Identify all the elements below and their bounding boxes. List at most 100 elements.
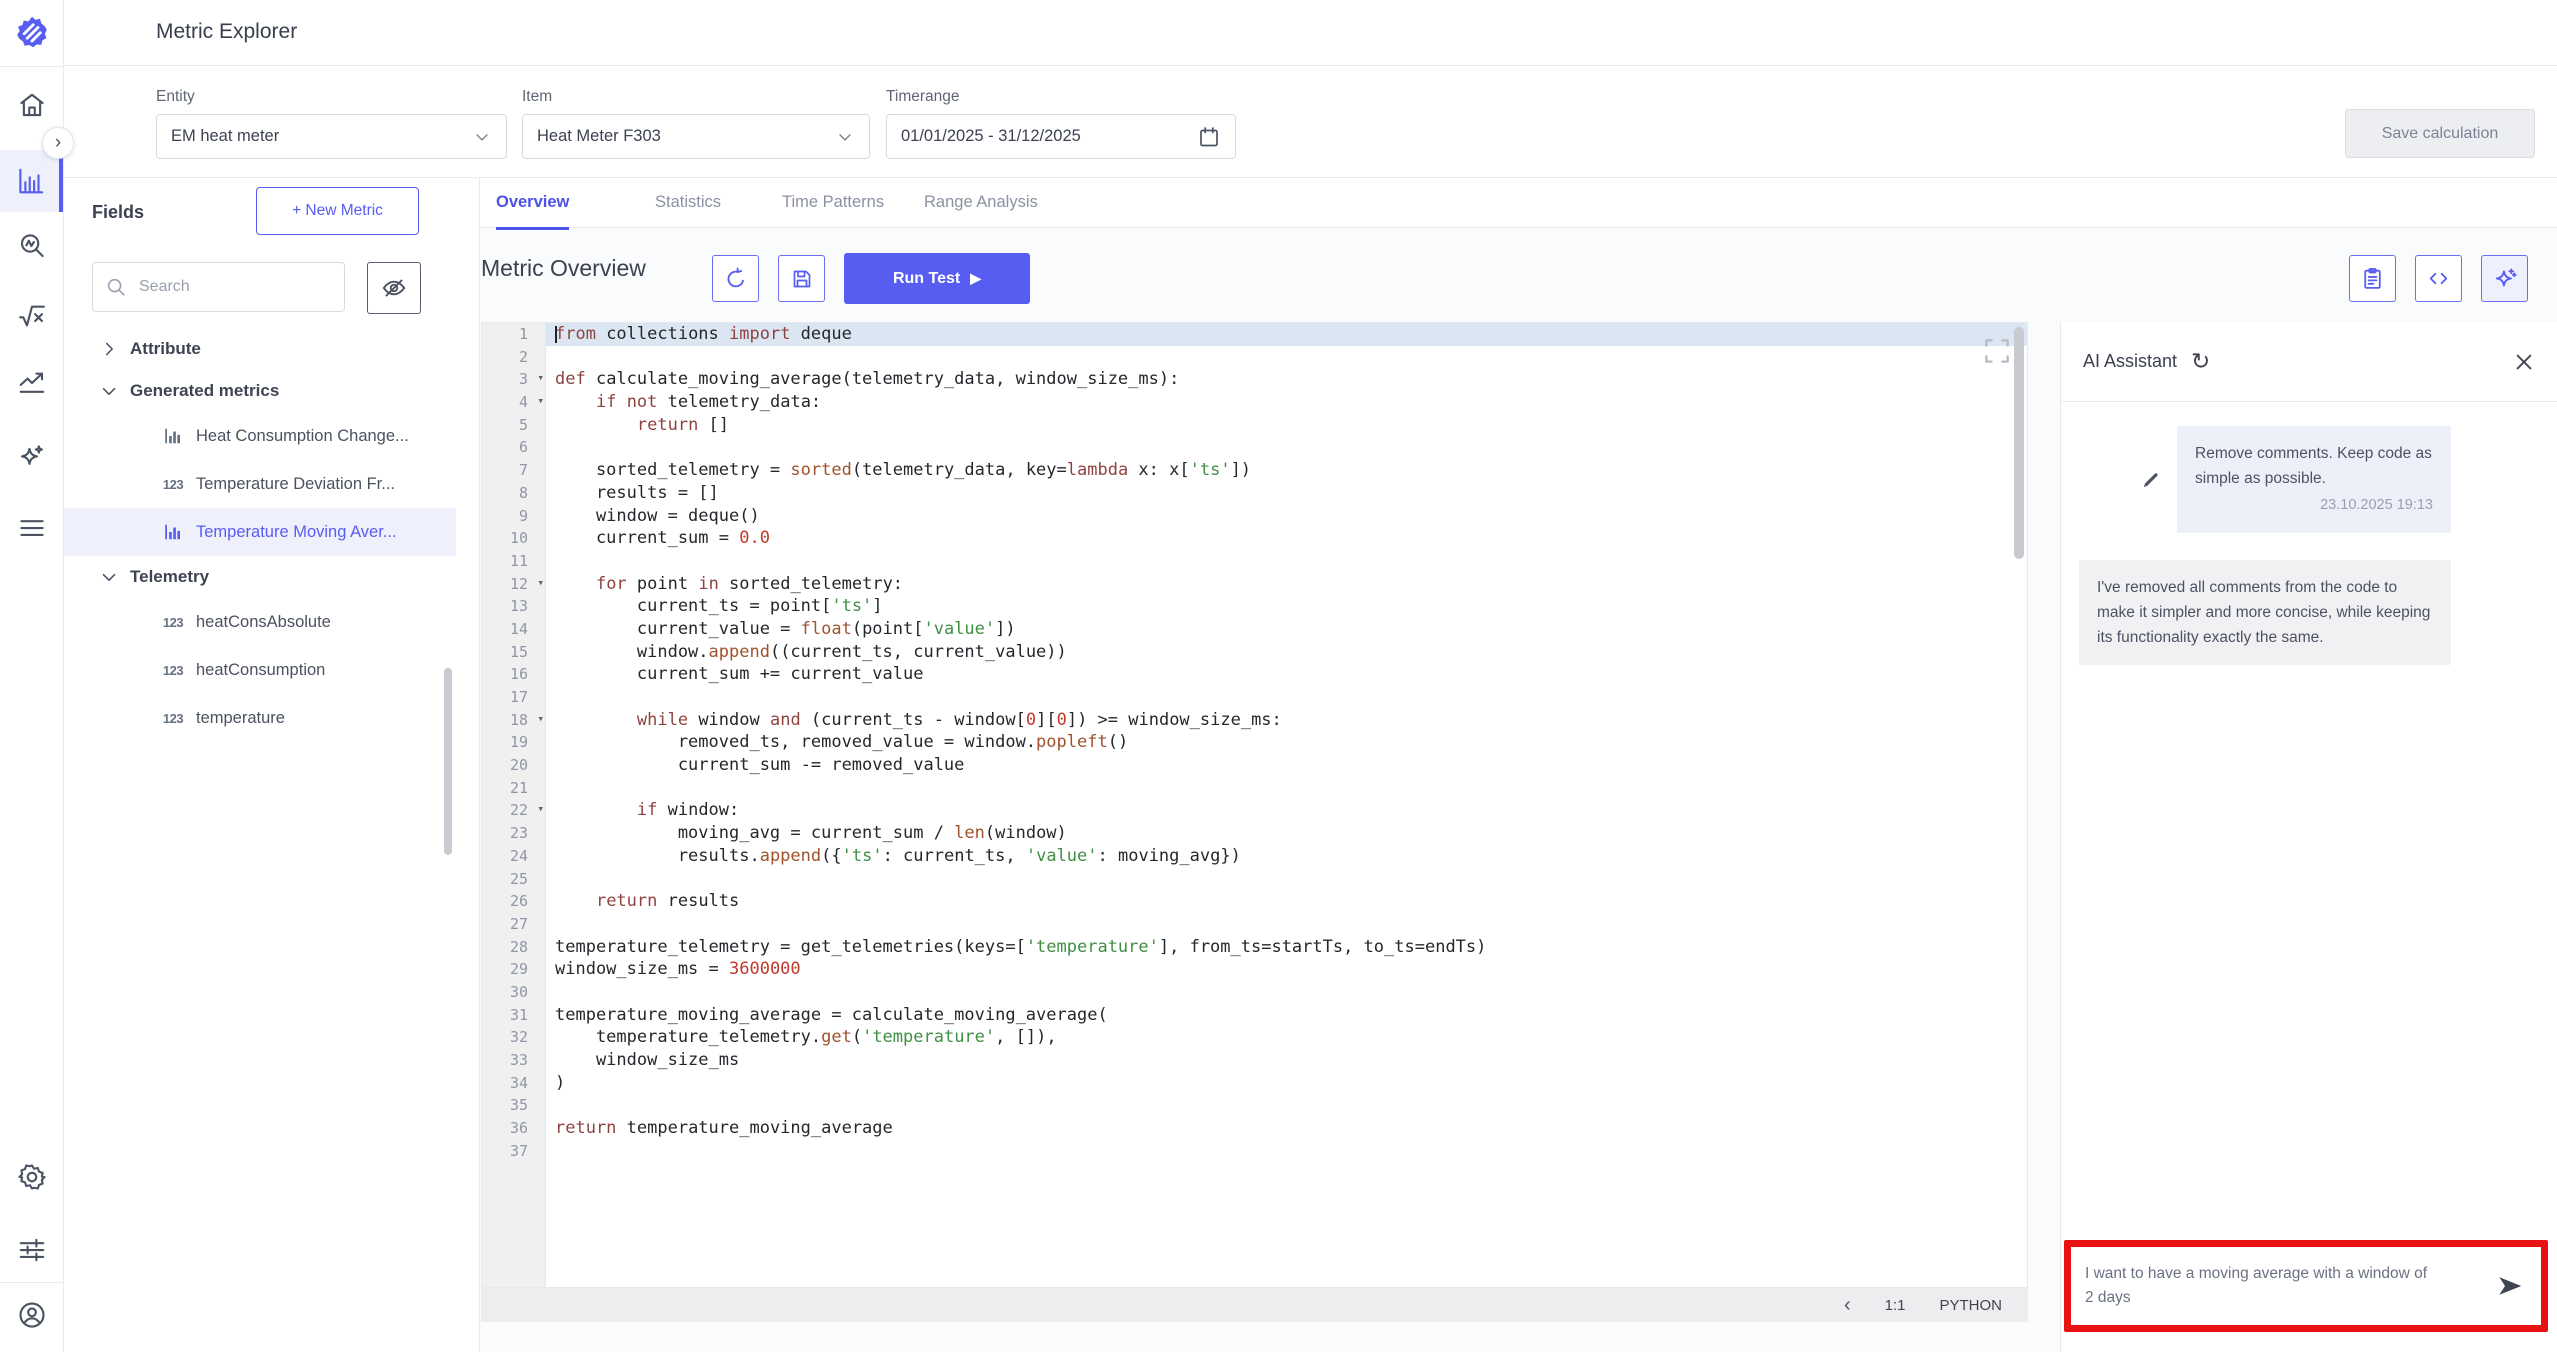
search-box[interactable] xyxy=(92,262,345,312)
code-line[interactable]: 7 sorted_telemetry = sorted(telemetry_da… xyxy=(482,459,2027,482)
settings-gear-icon[interactable] xyxy=(17,1162,47,1192)
tab-range-analysis[interactable]: Range Analysis xyxy=(924,178,1038,227)
code-line[interactable]: 33 window_size_ms xyxy=(482,1049,2027,1072)
refresh-button[interactable] xyxy=(712,255,759,302)
code-line[interactable]: 14 current_value = float(point['value']) xyxy=(482,618,2027,641)
code-line[interactable]: 25 xyxy=(482,868,2027,891)
refresh-chat-icon[interactable]: ↻ xyxy=(2191,350,2210,373)
fold-marker-icon[interactable]: ▾ xyxy=(537,390,544,413)
menu-icon[interactable] xyxy=(17,513,47,543)
code-line[interactable]: 37 xyxy=(482,1140,2027,1163)
calendar-icon[interactable] xyxy=(1197,125,1221,149)
code-line[interactable]: 5 return [] xyxy=(482,414,2027,437)
tree-item-temperature-deviation[interactable]: 123 Temperature Deviation Fr... xyxy=(64,460,456,508)
code-line[interactable]: 20 current_sum -= removed_value xyxy=(482,754,2027,777)
tree-item-heatconsumption[interactable]: 123 heatConsumption xyxy=(64,646,456,694)
code-line[interactable]: 12▾ for point in sorted_telemetry: xyxy=(482,573,2027,596)
home-icon[interactable] xyxy=(17,90,47,120)
code-line[interactable]: 29window_size_ms = 3600000 xyxy=(482,958,2027,981)
close-icon[interactable] xyxy=(2513,351,2535,373)
expand-sidebar-button[interactable]: › xyxy=(42,127,74,159)
search-icon xyxy=(105,276,127,298)
code-line[interactable]: 36return temperature_moving_average xyxy=(482,1117,2027,1140)
editor-scrollbar[interactable] xyxy=(2014,327,2024,559)
tree-item-temperature-moving-average[interactable]: Temperature Moving Aver... xyxy=(64,508,456,556)
tree-item-temperature[interactable]: 123 temperature xyxy=(64,694,456,742)
code-line[interactable]: 35 xyxy=(482,1094,2027,1117)
entity-select[interactable]: EM heat meter xyxy=(156,114,507,159)
fullscreen-expand-icon[interactable] xyxy=(1981,335,2013,367)
fold-marker-icon[interactable]: ▾ xyxy=(537,572,544,595)
search-analytics-icon[interactable] xyxy=(17,231,47,261)
chevron-left-icon[interactable]: ‹ xyxy=(1844,1295,1851,1315)
send-icon[interactable] xyxy=(2495,1271,2525,1301)
rail-divider xyxy=(0,66,64,67)
code-line[interactable]: 8 results = [] xyxy=(482,482,2027,505)
tab-label: Time Patterns xyxy=(782,193,884,212)
code-editor[interactable]: 1from collections import deque23▾def cal… xyxy=(481,322,2028,1288)
code-line[interactable]: 23 moving_avg = current_sum / len(window… xyxy=(482,822,2027,845)
search-input[interactable] xyxy=(137,277,332,297)
editor-status-bar: ‹ 1:1 PYTHON xyxy=(481,1288,2028,1322)
ai-sparkles-icon[interactable] xyxy=(17,442,47,472)
fold-marker-icon[interactable]: ▾ xyxy=(537,798,544,821)
numeric-123-icon: 123 xyxy=(160,477,186,492)
code-line[interactable]: 34) xyxy=(482,1072,2027,1095)
ai-assistant-button[interactable] xyxy=(2481,255,2528,302)
floppy-save-icon xyxy=(790,267,814,291)
code-line[interactable]: 28temperature_telemetry = get_telemetrie… xyxy=(482,936,2027,959)
code-line[interactable]: 27 xyxy=(482,913,2027,936)
code-line[interactable]: 19 removed_ts, removed_value = window.po… xyxy=(482,731,2027,754)
code-line[interactable]: 24 results.append({'ts': current_ts, 'va… xyxy=(482,845,2027,868)
new-metric-button[interactable]: + New Metric xyxy=(256,187,419,235)
trend-line-icon[interactable] xyxy=(17,368,47,398)
fields-panel-scrollbar[interactable] xyxy=(444,668,452,855)
code-line[interactable]: 10 current_sum = 0.0 xyxy=(482,527,2027,550)
code-line[interactable]: 3▾def calculate_moving_average(telemetry… xyxy=(482,368,2027,391)
code-line[interactable]: 18▾ while window and (current_ts - windo… xyxy=(482,709,2027,732)
tab-overview[interactable]: Overview xyxy=(496,178,569,230)
code-view-button[interactable] xyxy=(2415,255,2462,302)
clipboard-button[interactable] xyxy=(2349,255,2396,302)
code-line[interactable]: 15 window.append((current_ts, current_va… xyxy=(482,641,2027,664)
save-script-button[interactable] xyxy=(778,255,825,302)
language-label[interactable]: PYTHON xyxy=(1939,1297,2002,1314)
profile-icon[interactable] xyxy=(17,1300,47,1330)
fold-marker-icon[interactable]: ▾ xyxy=(537,708,544,731)
code-line[interactable]: 13 current_ts = point['ts'] xyxy=(482,595,2027,618)
tree-item-heat-consumption-change[interactable]: Heat Consumption Change... xyxy=(64,412,456,460)
chat-input[interactable]: I want to have a moving average with a w… xyxy=(2085,1262,2430,1310)
code-line[interactable]: 31temperature_moving_average = calculate… xyxy=(482,1004,2027,1027)
code-line[interactable]: 9 window = deque() xyxy=(482,505,2027,528)
entity-label: Entity xyxy=(156,88,195,106)
code-line[interactable]: 32 temperature_telemetry.get('temperatur… xyxy=(482,1026,2027,1049)
code-line[interactable]: 11 xyxy=(482,550,2027,573)
preferences-sliders-icon[interactable] xyxy=(17,1235,47,1265)
save-calculation-button[interactable]: Save calculation xyxy=(2345,109,2535,158)
code-line[interactable]: 17 xyxy=(482,686,2027,709)
code-line[interactable]: 1from collections import deque xyxy=(482,323,2027,346)
code-line[interactable]: 26 return results xyxy=(482,890,2027,913)
chat-message-user: Remove comments. Keep code as simple as … xyxy=(2061,426,2557,533)
code-line[interactable]: 22▾ if window: xyxy=(482,799,2027,822)
timerange-input[interactable]: 01/01/2025 - 31/12/2025 xyxy=(886,114,1236,159)
code-line[interactable]: 21 xyxy=(482,777,2027,800)
item-select[interactable]: Heat Meter F303 xyxy=(522,114,870,159)
sidebar-item-metric-explorer[interactable] xyxy=(0,150,63,212)
code-line[interactable]: 4▾ if not telemetry_data: xyxy=(482,391,2027,414)
toggle-hidden-fields-button[interactable] xyxy=(367,262,421,314)
formula-sqrt-icon[interactable] xyxy=(17,301,47,331)
code-line[interactable]: 2 xyxy=(482,346,2027,369)
code-line[interactable]: 16 current_sum += current_value xyxy=(482,663,2027,686)
tab-statistics[interactable]: Statistics xyxy=(655,178,721,227)
tree-section-generated-metrics[interactable]: Generated metrics xyxy=(64,370,456,412)
tree-item-heatconsabsolute[interactable]: 123 heatConsAbsolute xyxy=(64,598,456,646)
app-logo-icon[interactable] xyxy=(14,14,50,50)
tree-section-telemetry[interactable]: Telemetry xyxy=(64,556,456,598)
run-test-button[interactable]: Run Test ▶ xyxy=(844,253,1030,304)
code-line[interactable]: 6 xyxy=(482,436,2027,459)
tree-section-attribute[interactable]: Attribute xyxy=(64,328,456,370)
fold-marker-icon[interactable]: ▾ xyxy=(537,367,544,390)
tab-time-patterns[interactable]: Time Patterns xyxy=(782,178,884,227)
code-line[interactable]: 30 xyxy=(482,981,2027,1004)
